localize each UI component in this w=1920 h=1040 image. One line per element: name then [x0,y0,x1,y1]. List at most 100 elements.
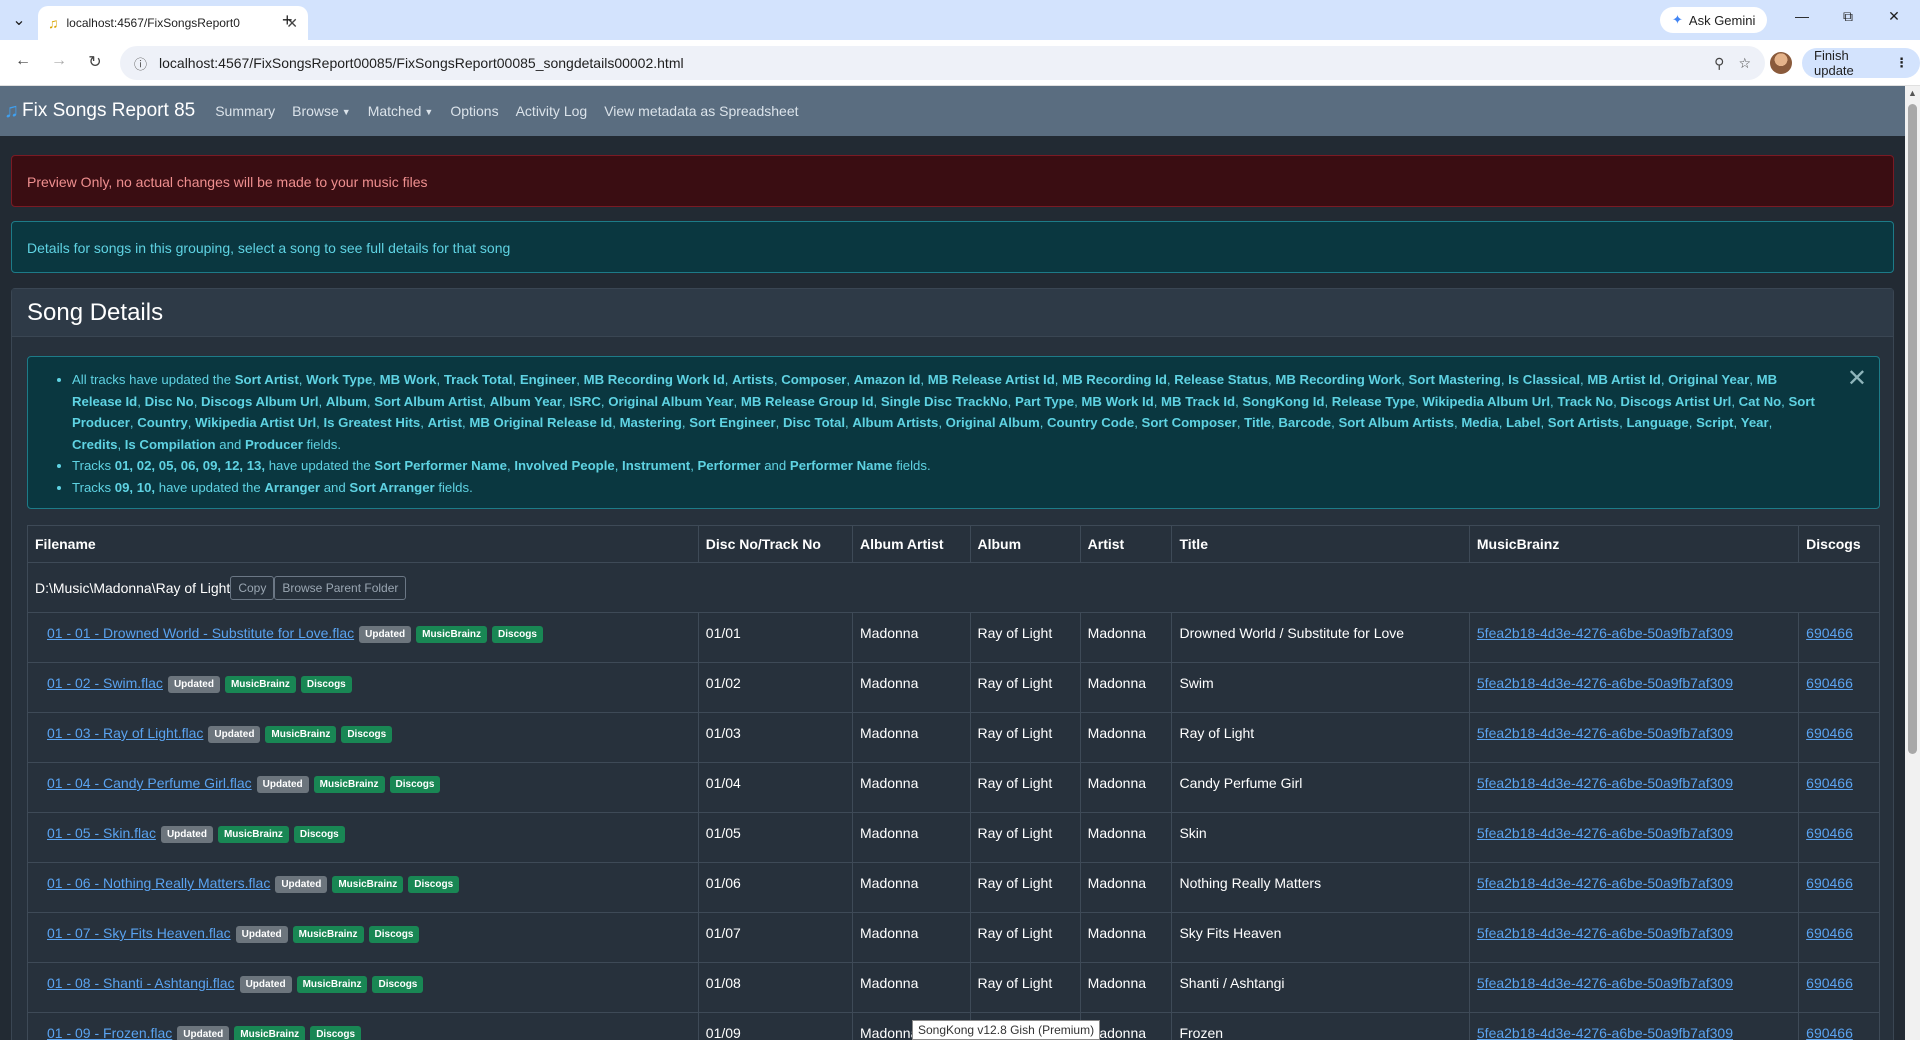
musicbrainz-badge: MusicBrainz [296,976,368,993]
col-header-artist[interactable]: Artist [1079,525,1173,563]
col-header-discogs[interactable]: Discogs [1798,525,1880,563]
musicbrainz-link[interactable]: 5fea2b18-4d3e-4276-a6be-50a9fb7af309 [1477,625,1733,641]
restore-icon[interactable]: ⧉ [1836,8,1860,25]
col-header-filename[interactable]: Filename [27,525,699,563]
updated-badge: Updated [275,876,328,893]
ask-gemini-label: Ask Gemini [1688,12,1756,28]
navbar-brand[interactable]: ♫ Fix Songs Report 85 [4,100,195,123]
table-row[interactable]: 01 - 08 - Shanti - Ashtangi.flac Updated M… [27,962,1880,1013]
nav-activity-log[interactable]: Activity Log [516,103,588,119]
discogs-link[interactable]: 690466 [1806,975,1853,991]
kebab-menu-icon[interactable]: ⋮ [1895,55,1908,71]
new-tab-plus-icon[interactable]: + [282,10,293,31]
updated-field-name: MB Release Group Id [740,393,874,409]
updated-field-name: MB Release Artist Id [927,372,1055,387]
song-file-link[interactable]: 01 - 02 - Swim.flac [47,675,163,691]
musicbrainz-link[interactable]: 5fea2b18-4d3e-4276-a6be-50a9fb7af309 [1477,775,1733,791]
table-row[interactable]: 01 - 06 - Nothing Really Matters.flac Upd… [27,862,1880,913]
musicbrainz-link[interactable]: 5fea2b18-4d3e-4276-a6be-50a9fb7af309 [1477,1025,1733,1040]
song-file-link[interactable]: 01 - 08 - Shanti - Ashtangi.flac [47,975,235,991]
table-row[interactable]: 01 - 04 - Candy Perfume Girl.flac Updated… [27,762,1880,813]
updated-field-name: Sort Mastering [1408,372,1501,387]
browse-parent-folder-button[interactable]: Browse Parent Folder [274,575,407,600]
reload-icon[interactable]: ↻ [84,52,106,72]
col-header-album[interactable]: Album [969,525,1081,563]
close-icon[interactable]: ✕ [1847,367,1867,391]
musicbrainz-badge: MusicBrainz [292,926,364,943]
artist-cell: Madonna [1079,662,1173,713]
song-file-link[interactable]: 01 - 01 - Drowned World - Substitute for… [47,625,354,641]
tab-search-chevron-icon[interactable]: ⌄ [8,9,30,31]
song-file-link[interactable]: 01 - 07 - Sky Fits Heaven.flac [47,925,231,941]
album-cell: Ray of Light [969,612,1081,663]
musicbrainz-link[interactable]: 5fea2b18-4d3e-4276-a6be-50a9fb7af309 [1477,925,1733,941]
musicbrainz-link[interactable]: 5fea2b18-4d3e-4276-a6be-50a9fb7af309 [1477,825,1733,841]
scrollbar-thumb[interactable] [1908,104,1917,754]
site-info-icon[interactable]: ⓘ [134,54,147,73]
nav-matched-dropdown[interactable]: Matched ▼ [368,103,434,119]
song-file-link[interactable]: 01 - 05 - Skin.flac [47,825,156,841]
window-close-icon[interactable]: ✕ [1882,8,1906,25]
updated-field-name: Part Type [1014,393,1075,409]
updated-field-name: Involved People [514,458,615,473]
finish-update-button[interactable]: Finish update ⋮ [1802,48,1920,78]
table-row[interactable]: 01 - 05 - Skin.flac Updated MusicBrainz Dis… [27,812,1880,863]
discogs-link[interactable]: 690466 [1806,675,1853,691]
copy-button[interactable]: Copy [230,575,275,600]
col-header-album-artist[interactable]: Album Artist [852,525,971,563]
col-header-disc-track[interactable]: Disc No/Track No [697,525,854,563]
title-cell: Nothing Really Matters [1171,862,1470,913]
song-file-link[interactable]: 01 - 09 - Frozen.flac [47,1025,172,1040]
musicbrainz-link[interactable]: 5fea2b18-4d3e-4276-a6be-50a9fb7af309 [1477,675,1733,691]
gemini-spark-icon: ✦ [1672,12,1683,27]
table-row[interactable]: 01 - 01 - Drowned World - Substitute for… [27,612,1880,663]
music-note-favicon-icon: ♫ [48,15,59,31]
table-row[interactable]: 01 - 03 - Ray of Light.flac Updated MusicB… [27,712,1880,763]
profile-avatar[interactable] [1770,52,1792,74]
nav-matched-label: Matched [367,103,422,119]
address-url[interactable]: localhost:4567/FixSongsReport00085/FixSo… [159,55,1700,71]
musicbrainz-badge: MusicBrainz [217,826,289,843]
col-header-title[interactable]: Title [1171,525,1470,563]
song-file-link[interactable]: 01 - 06 - Nothing Really Matters.flac [47,875,270,891]
song-file-link[interactable]: 01 - 04 - Candy Perfume Girl.flac [47,775,252,791]
back-arrow-icon[interactable]: ← [12,52,34,70]
zoom-magnifier-icon[interactable]: ⚲ [1714,55,1724,72]
song-file-link[interactable]: 01 - 03 - Ray of Light.flac [47,725,203,741]
address-bar[interactable]: ⓘ localhost:4567/FixSongsReport00085/Fix… [120,46,1765,80]
browser-tab[interactable]: ♫ localhost:4567/FixSongsReport0 ✕ [38,6,308,40]
updated-field-name: Is Classical [1508,372,1580,387]
nav-browse-dropdown[interactable]: Browse ▼ [292,103,351,119]
page-scrollbar[interactable]: ▲ [1905,86,1920,1040]
bookmark-star-icon[interactable]: ☆ [1738,55,1751,72]
discogs-link[interactable]: 690466 [1806,875,1853,891]
disc-track-cell: 01/08 [697,962,854,1013]
nav-summary[interactable]: Summary [215,103,275,119]
scroll-up-arrow-icon[interactable]: ▲ [1908,88,1917,98]
table-row[interactable]: 01 - 02 - Swim.flac Updated MusicBrainz Dis… [27,662,1880,713]
album-artist-cell: Madonna [852,612,971,663]
discogs-link[interactable]: 690466 [1806,825,1853,841]
summary-tracks-arranger: Tracks 09, 10, have updated the Arranger… [72,477,1819,499]
forward-arrow-icon[interactable]: → [48,52,70,70]
musicbrainz-link[interactable]: 5fea2b18-4d3e-4276-a6be-50a9fb7af309 [1477,875,1733,891]
musicbrainz-link[interactable]: 5fea2b18-4d3e-4276-a6be-50a9fb7af309 [1477,725,1733,741]
discogs-link[interactable]: 690466 [1806,925,1853,941]
disc-track-cell: 01/06 [697,862,854,913]
nav-view-spreadsheet[interactable]: View metadata as Spreadsheet [604,103,798,119]
updated-field-name: Artists [732,372,774,387]
updated-field-name: Is Compilation [124,436,216,452]
artist-cell: Madonna [1079,812,1173,863]
minimize-icon[interactable]: — [1790,8,1814,24]
nav-options[interactable]: Options [450,103,498,119]
table-row[interactable]: 01 - 07 - Sky Fits Heaven.flac Updated Mus… [27,912,1880,963]
discogs-link[interactable]: 690466 [1806,775,1853,791]
discogs-link[interactable]: 690466 [1806,725,1853,741]
musicbrainz-link[interactable]: 5fea2b18-4d3e-4276-a6be-50a9fb7af309 [1477,975,1733,991]
discogs-link[interactable]: 690466 [1806,625,1853,641]
discogs-link[interactable]: 690466 [1806,1025,1853,1040]
col-header-musicbrainz[interactable]: MusicBrainz [1468,525,1800,563]
ask-gemini-button[interactable]: ✦ Ask Gemini [1660,7,1768,33]
filename-cell: 01 - 03 - Ray of Light.flac Updated MusicB… [27,712,699,763]
updated-field-name: Performer [697,458,761,473]
